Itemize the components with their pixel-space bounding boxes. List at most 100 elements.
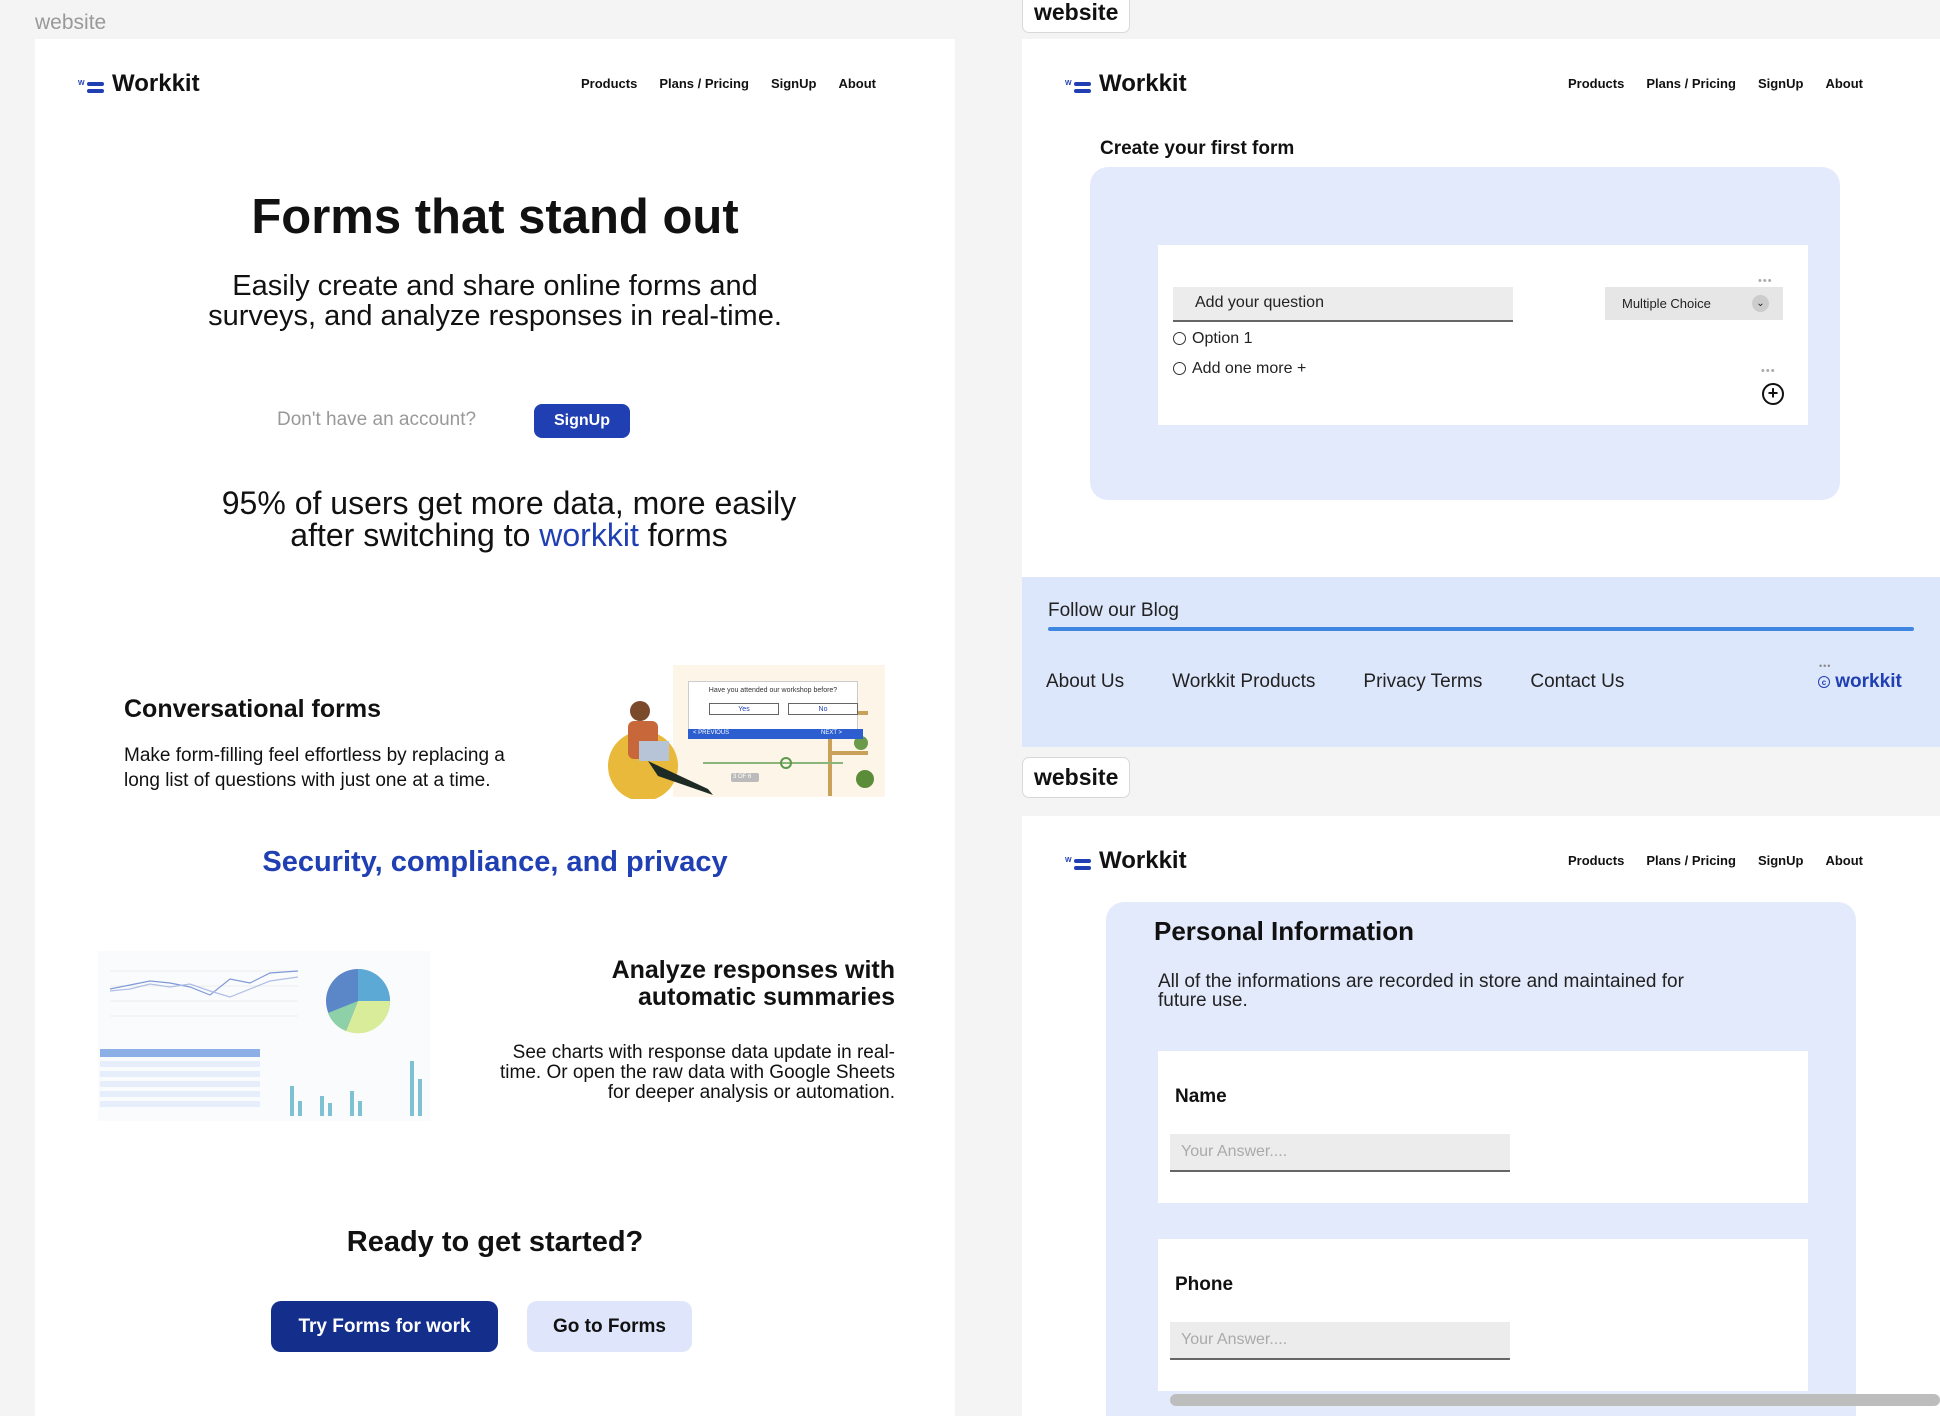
frame-label: website — [1022, 0, 1131, 33]
question-type-select[interactable]: Multiple Choice ⌄ — [1605, 287, 1783, 320]
feature2-desc-line: time. Or open the raw data with Google S… — [500, 1062, 895, 1083]
add-option[interactable]: Add one more + — [1173, 360, 1306, 378]
phone-input[interactable]: Your Answer.... — [1170, 1322, 1510, 1360]
phone-field-card: Phone Your Answer.... — [1158, 1239, 1808, 1391]
illustration-previous: < PREVIOUS — [693, 730, 730, 736]
security-heading: Security, compliance, and privacy — [262, 846, 728, 878]
feature1-title: Conversational forms — [124, 695, 382, 723]
personal-info-desc: All of the informations are recorded in … — [1158, 972, 1684, 1010]
personal-info-title: Personal Information — [1154, 916, 1415, 946]
horizontal-scrollbar[interactable] — [1170, 1394, 1940, 1406]
copyright-icon: c — [1818, 675, 1830, 688]
analytics-mockup — [100, 969, 422, 1116]
nav-pricing[interactable]: Plans / Pricing — [1646, 76, 1736, 91]
main-nav: Products Plans / Pricing SignUp About — [1568, 76, 1863, 91]
hero-signup-button[interactable]: SignUp — [534, 404, 630, 438]
feature1-desc-line: long list of questions with just one at … — [124, 770, 491, 791]
footer-link-about[interactable]: About Us — [1046, 671, 1124, 693]
builder-page: W Workkit Products Plans / Pricing SignU… — [1022, 39, 1940, 747]
footer-link-products[interactable]: Workkit Products — [1172, 671, 1315, 693]
add-option-label: Add one more + — [1192, 360, 1307, 377]
personal-info-panel: Personal Information All of the informat… — [1106, 902, 1856, 1416]
nav-about[interactable]: About — [838, 76, 876, 91]
feature2-desc-line: See charts with response data update in … — [512, 1042, 895, 1063]
blog-footer: Follow our Blog About Us Workkit Product… — [1022, 577, 1940, 747]
stat-text-part: forms — [647, 517, 728, 553]
nav-products[interactable]: Products — [1568, 853, 1624, 868]
brand-name: Workkit — [112, 70, 200, 97]
analytics-illustration — [98, 951, 430, 1121]
builder-title: Create your first form — [1100, 138, 1295, 159]
brand-logo[interactable]: W Workkit — [1065, 70, 1187, 98]
chevron-down-icon: ⌄ — [1752, 295, 1769, 312]
go-to-forms-button[interactable]: Go to Forms — [527, 1301, 692, 1352]
name-label: Name — [1175, 1086, 1227, 1107]
hero-title: Forms that stand out — [251, 190, 739, 244]
feature2-desc-line: for deeper analysis or automation. — [607, 1082, 895, 1103]
stat-brand: workkit — [539, 517, 639, 553]
radio-icon — [1173, 332, 1186, 346]
footer-brand[interactable]: c workkit — [1818, 671, 1902, 693]
feature2-title: Analyze responses with automatic summari… — [612, 957, 895, 1011]
nav-pricing[interactable]: Plans / Pricing — [1646, 853, 1736, 868]
follow-blog-link[interactable]: Follow our Blog — [1048, 600, 1179, 622]
feature2-desc: See charts with response data update in … — [500, 1043, 895, 1103]
nav-about[interactable]: About — [1825, 853, 1863, 868]
stat-text-part: after switching to — [290, 517, 531, 553]
brand-logo[interactable]: W Workkit — [1065, 847, 1187, 875]
nav-products[interactable]: Products — [1568, 76, 1624, 91]
footer-links: About Us Workkit Products Privacy Terms … — [1046, 671, 1624, 693]
hero-subtitle-line: Easily create and share online forms and — [232, 270, 758, 302]
phone-label: Phone — [1175, 1274, 1234, 1295]
more-icon: ••• — [1819, 661, 1832, 671]
illustration-question: Have you attended our workshop before? — [708, 687, 838, 694]
account-prompt: Don't have an account? — [277, 409, 477, 430]
frame-label: website — [35, 11, 107, 34]
nav-signup[interactable]: SignUp — [1758, 853, 1804, 868]
question-card: Add your question ••• Multiple Choice ⌄ … — [1158, 245, 1808, 425]
frame-label: website — [1022, 757, 1131, 798]
logo-icon: W — [1065, 73, 1091, 95]
brand-logo[interactable]: W Workkit — [78, 70, 200, 98]
more-icon[interactable]: ••• — [1758, 275, 1773, 287]
cta-title: Ready to get started? — [346, 1226, 644, 1258]
illustration-next: NEXT > — [821, 730, 843, 736]
personal-info-desc-line: All of the informations are recorded in … — [1158, 971, 1684, 992]
conversational-illustration: Have you attended our workshop before? Y… — [603, 661, 889, 801]
nav-signup[interactable]: SignUp — [771, 76, 817, 91]
personal-info-desc-line: future use. — [1158, 990, 1248, 1011]
builder-panel: Add your question ••• Multiple Choice ⌄ … — [1090, 167, 1840, 500]
footer-link-privacy[interactable]: Privacy Terms — [1363, 671, 1482, 693]
feature1-desc-line: Make form-filling feel effortless by rep… — [124, 745, 505, 766]
nav-signup[interactable]: SignUp — [1758, 76, 1804, 91]
brand-name: Workkit — [1099, 847, 1187, 874]
add-question-icon[interactable]: + — [1762, 383, 1784, 405]
feature1-desc: Make form-filling feel effortless by rep… — [124, 743, 505, 793]
blog-underline — [1048, 627, 1914, 631]
radio-icon — [1173, 362, 1186, 376]
hero-subtitle: Easily create and share online forms and… — [35, 271, 955, 331]
illustration-no: No — [788, 703, 858, 715]
option-1[interactable]: Option 1 — [1173, 330, 1252, 348]
nav-about[interactable]: About — [1825, 76, 1863, 91]
try-forms-button[interactable]: Try Forms for work — [271, 1301, 498, 1352]
main-nav: Products Plans / Pricing SignUp About — [581, 76, 876, 91]
footer-brand-name: workkit — [1835, 671, 1902, 692]
nav-products[interactable]: Products — [581, 76, 637, 91]
logo-icon: W — [78, 73, 104, 95]
nav-pricing[interactable]: Plans / Pricing — [659, 76, 749, 91]
main-nav: Products Plans / Pricing SignUp About — [1568, 853, 1863, 868]
brand-name: Workkit — [1099, 70, 1187, 97]
question-input[interactable]: Add your question — [1173, 287, 1513, 322]
footer-link-contact[interactable]: Contact Us — [1530, 671, 1624, 693]
stat-line: 95% of users get more data, more easily — [221, 485, 797, 521]
option-label: Option 1 — [1192, 330, 1253, 347]
illustration-yes: Yes — [709, 703, 779, 715]
name-input[interactable]: Your Answer.... — [1170, 1134, 1510, 1172]
hero-subtitle-line: surveys, and analyze responses in real-t… — [208, 300, 782, 332]
stat-text: 95% of users get more data, more easily … — [35, 487, 955, 551]
landing-page: W Workkit Products Plans / Pricing SignU… — [35, 39, 955, 1416]
feature2-title-line: Analyze responses with — [611, 956, 895, 984]
more-icon[interactable]: ••• — [1761, 365, 1776, 377]
question-type-label: Multiple Choice — [1622, 296, 1711, 311]
